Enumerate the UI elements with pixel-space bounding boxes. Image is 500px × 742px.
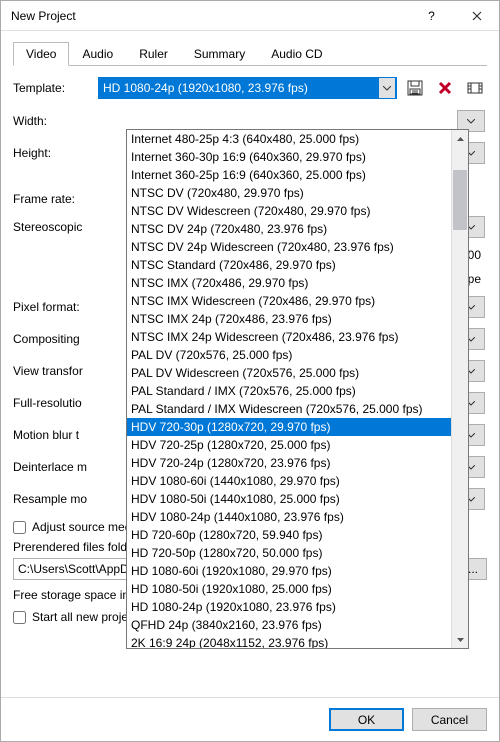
template-option[interactable]: HDV 1080-50i (1440x1080, 25.000 fps) xyxy=(127,490,451,508)
template-option[interactable]: HD 720-50p (1280x720, 50.000 fps) xyxy=(127,544,451,562)
chevron-down-icon xyxy=(379,78,395,98)
template-label: Template: xyxy=(13,81,98,95)
template-option[interactable]: HDV 1080-24p (1440x1080, 23.976 fps) xyxy=(127,508,451,526)
template-option[interactable]: PAL DV Widescreen (720x576, 25.000 fps) xyxy=(127,364,451,382)
template-option[interactable]: NTSC IMX 24p Widescreen (720x486, 23.976… xyxy=(127,328,451,346)
close-icon xyxy=(472,11,482,21)
cancel-button[interactable]: Cancel xyxy=(412,708,487,731)
template-option[interactable]: HDV 1080-60i (1440x1080, 29.970 fps) xyxy=(127,472,451,490)
new-project-dialog: New Project ? Video Audio Ruler Summary … xyxy=(0,0,500,742)
template-option[interactable]: NTSC DV (720x480, 29.970 fps) xyxy=(127,184,451,202)
tabstrip: Video Audio Ruler Summary Audio CD xyxy=(13,41,487,66)
tab-audio-cd[interactable]: Audio CD xyxy=(258,42,335,66)
template-dropdown-panel: Internet 480-25p 4:3 (640x480, 25.000 fp… xyxy=(126,129,469,649)
scroll-thumb[interactable] xyxy=(453,170,467,230)
template-option[interactable]: HDV 720-30p (1280x720, 29.970 fps) xyxy=(127,418,451,436)
template-option[interactable]: Internet 480-25p 4:3 (640x480, 25.000 fp… xyxy=(127,130,451,148)
save-template-button[interactable] xyxy=(403,76,427,100)
template-option[interactable]: NTSC IMX (720x486, 29.970 fps) xyxy=(127,274,451,292)
viewtransform-label: View transfor xyxy=(13,364,98,378)
titlebar: New Project ? xyxy=(1,1,499,31)
fullres-label: Full-resolutio xyxy=(13,396,98,410)
adjust-source-checkbox[interactable] xyxy=(13,521,26,534)
template-option[interactable]: NTSC DV 24p Widescreen (720x480, 23.976 … xyxy=(127,238,451,256)
dialog-body: Video Audio Ruler Summary Audio CD Templ… xyxy=(1,31,499,697)
pixelformat-label: Pixel format: xyxy=(13,300,98,314)
resample-label: Resample mo xyxy=(13,492,98,506)
template-option[interactable]: HD 1080-24p (1920x1080, 23.976 fps) xyxy=(127,598,451,616)
template-option[interactable]: HD 1080-60i (1920x1080, 29.970 fps) xyxy=(127,562,451,580)
start-all-checkbox[interactable] xyxy=(13,611,26,624)
compositing-label: Compositing xyxy=(13,332,98,346)
template-option[interactable]: Internet 360-25p 16:9 (640x360, 25.000 f… xyxy=(127,166,451,184)
delete-template-button[interactable] xyxy=(433,76,457,100)
chevron-down-icon xyxy=(457,638,464,642)
width-label: Width: xyxy=(13,114,98,128)
tab-audio[interactable]: Audio xyxy=(69,42,126,66)
template-option[interactable]: PAL Standard / IMX (720x576, 25.000 fps) xyxy=(127,382,451,400)
template-option[interactable]: PAL DV (720x576, 25.000 fps) xyxy=(127,346,451,364)
framerate-label: Frame rate: xyxy=(13,192,98,206)
template-row: Template: HD 1080-24p (1920x1080, 23.976… xyxy=(13,76,487,100)
template-option[interactable]: HD 1080-50i (1920x1080, 25.000 fps) xyxy=(127,580,451,598)
height-label: Height: xyxy=(13,146,98,160)
template-option[interactable]: Internet 360-30p 16:9 (640x360, 29.970 f… xyxy=(127,148,451,166)
ok-button[interactable]: OK xyxy=(329,708,404,731)
delete-icon xyxy=(438,81,452,95)
help-button[interactable]: ? xyxy=(409,1,454,31)
tab-ruler[interactable]: Ruler xyxy=(126,42,181,66)
template-option[interactable]: HD 720-60p (1280x720, 59.940 fps) xyxy=(127,526,451,544)
tab-video[interactable]: Video xyxy=(13,42,69,66)
template-option[interactable]: NTSC Standard (720x486, 29.970 fps) xyxy=(127,256,451,274)
motionblur-label: Motion blur t xyxy=(13,428,98,442)
stereoscopic-label: Stereoscopic xyxy=(13,220,98,234)
template-combo[interactable]: HD 1080-24p (1920x1080, 23.976 fps) xyxy=(98,77,397,99)
template-option[interactable]: NTSC IMX Widescreen (720x486, 29.970 fps… xyxy=(127,292,451,310)
deinterlace-label: Deinterlace m xyxy=(13,460,98,474)
template-option[interactable]: 2K 16:9 24p (2048x1152, 23.976 fps) xyxy=(127,634,451,648)
scroll-down-button[interactable] xyxy=(452,631,468,648)
template-option[interactable]: NTSC IMX 24p (720x486, 23.976 fps) xyxy=(127,310,451,328)
template-option[interactable]: HDV 720-25p (1280x720, 25.000 fps) xyxy=(127,436,451,454)
dropdown-scrollbar[interactable] xyxy=(451,130,468,648)
template-dropdown-list[interactable]: Internet 480-25p 4:3 (640x480, 25.000 fp… xyxy=(127,130,451,648)
template-option[interactable]: NTSC DV 24p (720x480, 23.976 fps) xyxy=(127,220,451,238)
template-selected-text: HD 1080-24p (1920x1080, 23.976 fps) xyxy=(103,81,379,95)
dialog-footer: OK Cancel xyxy=(1,697,499,741)
template-option[interactable]: HDV 720-24p (1280x720, 23.976 fps) xyxy=(127,454,451,472)
floppy-icon xyxy=(407,80,423,96)
template-option[interactable]: QFHD 24p (3840x2160, 23.976 fps) xyxy=(127,616,451,634)
scroll-up-button[interactable] xyxy=(452,130,468,147)
template-option[interactable]: NTSC DV Widescreen (720x480, 29.970 fps) xyxy=(127,202,451,220)
match-media-button[interactable] xyxy=(463,76,487,100)
chevron-up-icon xyxy=(457,137,464,141)
window-title: New Project xyxy=(11,9,409,23)
template-option[interactable]: PAL Standard / IMX Widescreen (720x576, … xyxy=(127,400,451,418)
tab-summary[interactable]: Summary xyxy=(181,42,258,66)
close-button[interactable] xyxy=(454,1,499,31)
help-icon: ? xyxy=(428,9,435,23)
filmstrip-icon xyxy=(467,80,483,96)
